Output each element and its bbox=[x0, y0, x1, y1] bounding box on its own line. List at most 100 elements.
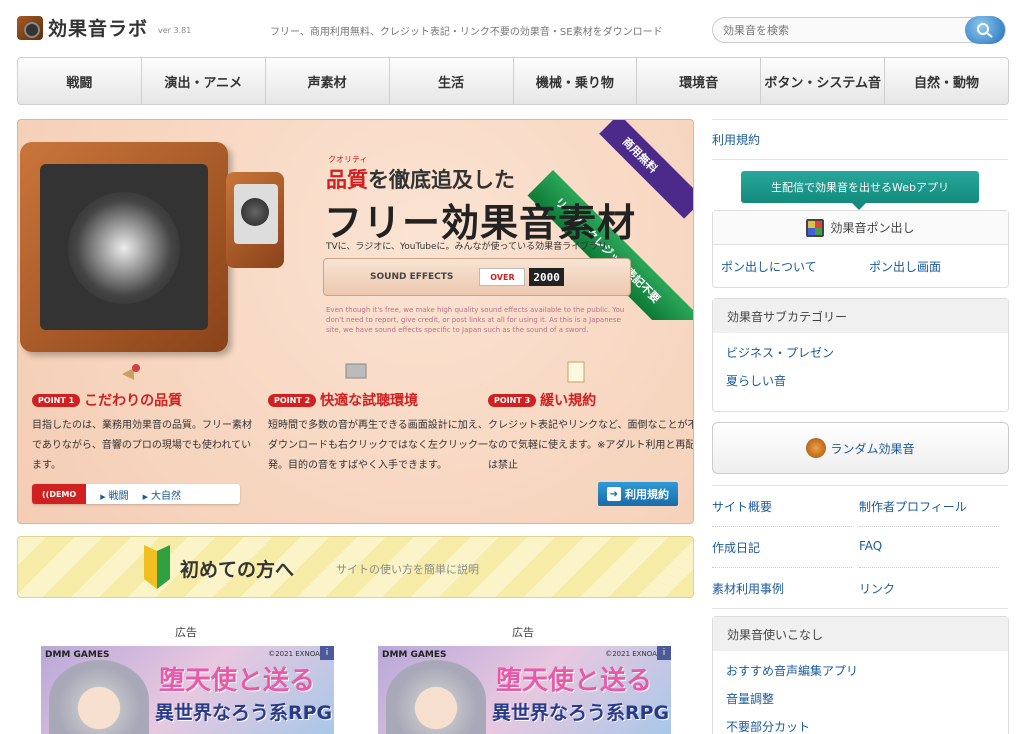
search-input[interactable] bbox=[713, 18, 953, 42]
hero-english-text: Even though it's free, we make high qual… bbox=[326, 306, 625, 334]
link-profile[interactable]: 制作者プロフィール bbox=[859, 498, 967, 515]
link-diary[interactable]: 作成日記 bbox=[712, 539, 760, 556]
usage-cut[interactable]: 不要部分カット bbox=[726, 718, 810, 734]
point-3-badge: POINT 3 bbox=[488, 393, 537, 407]
hero-subtitle: TVに、ラジオに、YouTubeに。みんなが使っている効果音ライブラリ bbox=[326, 242, 608, 252]
category-nav: 戦闘 演出・アニメ 声素材 生活 機械・乗り物 環境音 ボタン・システム音 自然… bbox=[17, 57, 1009, 105]
ad-line-2: 異世界なろう系RPG bbox=[492, 702, 670, 724]
quality-rest: を徹底追及した bbox=[368, 168, 515, 192]
subcategory-header: 効果音サブカテゴリー bbox=[713, 299, 1008, 333]
ad-line-1: 堕天使と送る bbox=[496, 666, 653, 696]
point-3-text: クレジット表記やリンクなど、面倒なことが不用なので気軽に使えます。※アダルト利用… bbox=[488, 420, 694, 471]
dotted-divider bbox=[712, 526, 852, 527]
usage-editor-apps[interactable]: おすすめ音声編集アプリ bbox=[726, 662, 858, 679]
nav-item-button-system[interactable]: ボタン・システム音 bbox=[761, 58, 886, 104]
small-speaker-face bbox=[234, 184, 278, 244]
search-icon bbox=[977, 23, 993, 38]
point-2: POINT 2 快適な試聴環境 短時間で多数の音が再生できる画面設計に加え、ダウン… bbox=[268, 363, 488, 476]
ad-character-image bbox=[49, 660, 149, 734]
screen-icon bbox=[345, 363, 367, 379]
pon-about-link[interactable]: ポン出しについて bbox=[721, 258, 817, 275]
nav-item-environment[interactable]: 環境音 bbox=[637, 58, 762, 104]
pon-title: 効果音ポン出し bbox=[830, 221, 915, 235]
ad-copyright: ©2021 EXNOA L bbox=[605, 650, 663, 658]
speaker-illustration bbox=[20, 142, 228, 352]
version-label: ver 3.81 bbox=[158, 25, 192, 35]
point-1: POINT 1 こだわりの品質 目指したのは、業務用効果音の品質。フリー素材であり… bbox=[32, 364, 252, 476]
ad-character-image bbox=[386, 660, 486, 734]
subcategory-business[interactable]: ビジネス・プレゼン bbox=[726, 344, 834, 361]
ad-line-2: 異世界なろう系RPG bbox=[155, 702, 333, 724]
dotted-divider bbox=[859, 526, 999, 527]
point-1-title: こだわりの品質 bbox=[84, 393, 183, 409]
demo-bar: ((DEMO 戦闘 大自然 bbox=[32, 484, 240, 504]
small-speaker-illustration bbox=[226, 172, 284, 268]
subcategory-summer[interactable]: 夏らしい音 bbox=[726, 372, 786, 389]
point-3-title: 緩い規約 bbox=[540, 393, 597, 409]
point-2-title: 快適な試聴環境 bbox=[320, 393, 419, 409]
beginner-subtitle: サイトの使い方を簡単に説明 bbox=[336, 563, 479, 576]
ad-copyright: ©2021 EXNOA L bbox=[268, 650, 326, 658]
document-icon bbox=[567, 361, 585, 383]
demo-link-nature[interactable]: 大自然 bbox=[143, 487, 181, 502]
nav-item-life[interactable]: 生活 bbox=[390, 58, 514, 104]
pon-header[interactable]: 効果音ポン出し bbox=[713, 211, 1008, 245]
point-3: POINT 3 緩い規約 クレジット表記やリンクなど、面倒なことが不用なので気軽に… bbox=[488, 361, 694, 476]
sound-effects-counter: SOUND EFFECTS OVER 2000 bbox=[323, 258, 631, 296]
random-sound-button[interactable]: ランダム効果音 bbox=[712, 422, 1009, 474]
nav-item-voice[interactable]: 声素材 bbox=[266, 58, 390, 104]
point-2-text: 短時間で多数の音が再生できる画面設計に加え、ダウンロードも右クリックではなく左ク… bbox=[268, 420, 488, 471]
site-logo[interactable]: 効果音ラボ ver 3.81 bbox=[17, 14, 191, 41]
pon-box: 効果音ポン出し bbox=[712, 210, 1009, 288]
se-count: 2000 bbox=[529, 268, 564, 286]
random-label: ランダム効果音 bbox=[830, 441, 915, 456]
link-usage-examples[interactable]: 素材利用事例 bbox=[712, 580, 784, 597]
beginner-title: 初めての方へ bbox=[180, 559, 295, 581]
ad-banner-2[interactable]: DMM GAMES ©2021 EXNOA L i 堕天使と送る 異世界なろう系… bbox=[378, 646, 671, 734]
usage-header: 効果音使いこなし bbox=[713, 617, 1008, 651]
sidebar-divider bbox=[712, 608, 1008, 609]
link-links[interactable]: リンク bbox=[859, 580, 895, 597]
nav-item-nature[interactable]: 自然・動物 bbox=[885, 58, 1008, 104]
pon-icon bbox=[806, 218, 825, 237]
sidebar-divider bbox=[712, 485, 1008, 486]
se-label: SOUND EFFECTS bbox=[370, 272, 454, 282]
point-3-head: POINT 3 緩い規約 bbox=[488, 390, 693, 410]
quality-word: 品質 bbox=[326, 168, 368, 192]
nav-item-machine[interactable]: 機械・乗り物 bbox=[514, 58, 638, 104]
ad-banner-1[interactable]: DMM GAMES ©2021 EXNOA L i 堕天使と送る 異世界なろう系… bbox=[41, 646, 334, 734]
ad-info-icon[interactable]: i bbox=[320, 646, 334, 660]
terms-button[interactable]: 利用規約 bbox=[598, 482, 678, 506]
beginner-banner[interactable]: 初めての方へ サイトの使い方を簡単に説明 bbox=[17, 536, 694, 598]
random-icon bbox=[806, 438, 827, 458]
speaker-grill bbox=[40, 164, 208, 330]
demo-link-battle[interactable]: 戦闘 bbox=[100, 487, 129, 502]
header: 効果音ラボ ver 3.81 フリー、商用利用無料、クレジット表記・リンク不要の… bbox=[0, 0, 1024, 56]
link-faq[interactable]: FAQ bbox=[859, 539, 882, 553]
dotted-divider bbox=[712, 567, 852, 568]
speaker-logo-icon bbox=[17, 15, 43, 40]
sidebar-terms-link[interactable]: 利用規約 bbox=[712, 131, 760, 148]
sidebar-divider bbox=[712, 159, 1008, 160]
tagline: フリー、商用利用無料、クレジット表記・リンク不要の効果音・SE素材をダウンロード bbox=[270, 27, 663, 38]
quality-heading: 品質を徹底追及した bbox=[326, 164, 515, 194]
speaker-cone bbox=[68, 192, 180, 304]
pon-screen-link[interactable]: ポン出し画面 bbox=[869, 258, 941, 275]
se-over: OVER bbox=[479, 268, 526, 286]
stream-webapp-button[interactable]: 生配信で効果音を出せるWebアプリ bbox=[741, 171, 979, 210]
hero-banner: 商用無料 リンク・クレジット表記不要 クオリティ 品質を徹底追及した フリー効果… bbox=[17, 119, 694, 524]
nav-item-battle[interactable]: 戦闘 bbox=[18, 58, 142, 104]
ad-label-2: 広告 bbox=[512, 626, 534, 639]
point-2-badge: POINT 2 bbox=[268, 393, 317, 407]
search-button[interactable] bbox=[965, 16, 1005, 44]
nav-item-anime[interactable]: 演出・アニメ bbox=[142, 58, 266, 104]
ad-label-1: 広告 bbox=[175, 626, 197, 639]
point-2-head: POINT 2 快適な試聴環境 bbox=[268, 390, 488, 410]
ad-info-icon[interactable]: i bbox=[657, 646, 671, 660]
logo-text: 効果音ラボ bbox=[48, 18, 149, 40]
point-1-text: 目指したのは、業務用効果音の品質。フリー素材でありながら、音響のプロの現場でも使… bbox=[32, 420, 252, 471]
page: 効果音ラボ ver 3.81 フリー、商用利用無料、クレジット表記・リンク不要の… bbox=[0, 0, 1024, 734]
usage-volume[interactable]: 音量調整 bbox=[726, 690, 774, 707]
ad-brand: DMM GAMES bbox=[45, 650, 110, 660]
link-site-overview[interactable]: サイト概要 bbox=[712, 498, 772, 515]
